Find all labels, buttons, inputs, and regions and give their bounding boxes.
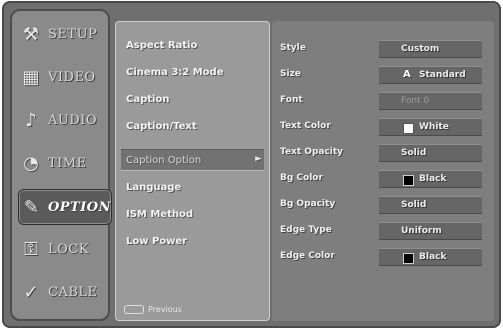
menu-item-cinema-mode[interactable]: Cinema 3:2 Mode (121, 61, 264, 83)
tab-option[interactable]: ✎ OPTION (18, 189, 112, 225)
caption-options-panel: Style Custom Size A Standard Font Font 0… (272, 21, 494, 321)
tab-cable-label: CABLE (48, 284, 98, 300)
option-value-text: Black (419, 252, 447, 262)
lock-icon: ⚿ (24, 238, 38, 260)
option-icon: ✎ (23, 196, 40, 218)
tab-lock-label: LOCK (48, 241, 89, 257)
menu-item-aspect-ratio[interactable]: Aspect Ratio (121, 34, 264, 56)
option-row-bg-opacity[interactable]: Bg Opacity Solid (272, 195, 494, 217)
option-value-edge-color[interactable]: Black (379, 248, 482, 266)
option-label: Style (280, 43, 306, 53)
menu-item-ism-method[interactable]: ISM Method (121, 203, 264, 225)
setup-icon: ⚒ (22, 23, 40, 45)
option-label: Bg Color (280, 173, 323, 183)
option-value-text-color[interactable]: White (379, 118, 482, 136)
previous-label: Previous (148, 305, 182, 314)
text-size-icon: A (403, 69, 411, 80)
option-value-text: White (419, 122, 449, 132)
option-menu: Aspect Ratio Cinema 3:2 Mode Caption Cap… (115, 21, 270, 321)
tab-video-label: VIDEO (48, 69, 96, 85)
tab-cable[interactable]: ✓ CABLE (18, 275, 110, 309)
option-value-style[interactable]: Custom (379, 40, 482, 58)
option-value-bg-color[interactable]: Black (379, 170, 482, 188)
option-row-text-color[interactable]: Text Color White (272, 117, 494, 139)
cable-icon: ✓ (23, 281, 39, 303)
menu-item-low-power[interactable]: Low Power (121, 230, 264, 252)
menu-item-caption[interactable]: Caption (121, 88, 264, 110)
tab-video[interactable]: ▦ VIDEO (18, 60, 110, 94)
menu-item-caption-option[interactable]: Caption Option ► (121, 149, 264, 171)
option-label: Bg Opacity (280, 199, 336, 209)
osd-screen: ⚒ SETUP ▦ VIDEO ♪ AUDIO ◔ TIME ✎ OPTION … (2, 1, 501, 328)
option-label: Size (280, 69, 301, 79)
option-row-font[interactable]: Font Font 0 (272, 91, 494, 113)
color-swatch (403, 175, 414, 186)
color-swatch (403, 253, 414, 264)
option-value-text: Uniform (401, 226, 442, 236)
option-value-edge-type[interactable]: Uniform (379, 222, 482, 240)
menu-item-language[interactable]: Language (121, 176, 264, 198)
option-row-edge-color[interactable]: Edge Color Black (272, 247, 494, 269)
menu-item-caption-text[interactable]: Caption/Text (121, 115, 264, 137)
option-label: Text Opacity (280, 147, 344, 157)
option-value-text-opacity[interactable]: Solid (379, 144, 482, 162)
tab-time[interactable]: ◔ TIME (18, 146, 110, 180)
option-label: Edge Type (280, 225, 332, 235)
tab-lock[interactable]: ⚿ LOCK (18, 232, 110, 266)
option-value-size[interactable]: A Standard (379, 66, 482, 84)
option-value-text: Font 0 (401, 96, 430, 106)
option-value-text: Solid (401, 148, 427, 158)
video-icon: ▦ (22, 66, 40, 88)
option-label: Text Color (280, 121, 331, 131)
tab-setup[interactable]: ⚒ SETUP (18, 17, 110, 51)
option-value-text: Black (419, 174, 447, 184)
option-row-bg-color[interactable]: Bg Color Black (272, 169, 494, 191)
tab-time-label: TIME (48, 155, 87, 171)
time-icon: ◔ (23, 152, 39, 174)
color-swatch (403, 123, 414, 134)
category-tabs: ⚒ SETUP ▦ VIDEO ♪ AUDIO ◔ TIME ✎ OPTION … (10, 9, 112, 321)
audio-icon: ♪ (25, 109, 37, 131)
previous-hint[interactable]: Previous (124, 305, 182, 314)
menu-item-caption-option-label: Caption Option (126, 154, 202, 166)
option-value-text: Standard (419, 70, 466, 80)
option-label: Edge Color (280, 251, 335, 261)
tab-option-label: OPTION (47, 199, 111, 215)
option-value-text: Solid (401, 200, 427, 210)
option-value-font[interactable]: Font 0 (379, 92, 482, 110)
tab-setup-label: SETUP (48, 26, 98, 42)
option-value-bg-opacity[interactable]: Solid (379, 196, 482, 214)
option-value-text: Custom (401, 44, 440, 54)
menu-key-icon (124, 305, 144, 314)
option-row-text-opacity[interactable]: Text Opacity Solid (272, 143, 494, 165)
option-row-edge-type[interactable]: Edge Type Uniform (272, 221, 494, 243)
option-row-style[interactable]: Style Custom (272, 39, 494, 61)
tab-audio[interactable]: ♪ AUDIO (18, 103, 110, 137)
chevron-right-icon: ► (255, 154, 262, 164)
option-row-size[interactable]: Size A Standard (272, 65, 494, 87)
option-label: Font (280, 95, 303, 105)
tab-audio-label: AUDIO (48, 112, 98, 128)
